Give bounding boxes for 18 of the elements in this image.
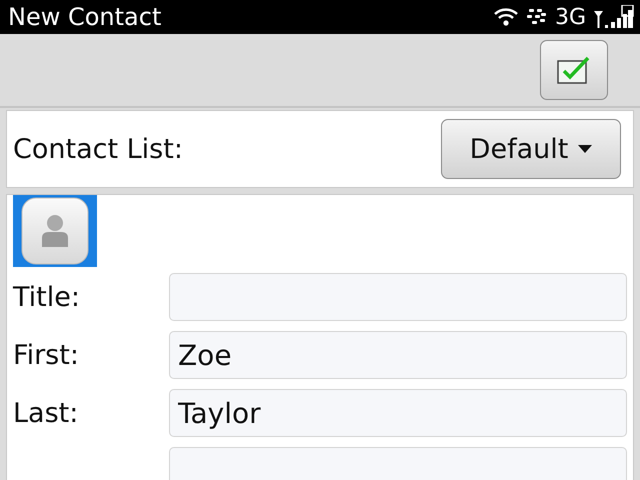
- contact-photo-button[interactable]: [13, 195, 97, 267]
- field-label: Title:: [13, 282, 81, 312]
- contact-list-dropdown[interactable]: Default: [441, 119, 621, 179]
- save-button[interactable]: [540, 40, 608, 100]
- wifi-icon: [492, 7, 519, 27]
- text-field[interactable]: [169, 273, 627, 321]
- signal-icon: [594, 5, 634, 29]
- contact-list-label: Contact List:: [13, 134, 183, 164]
- text-field[interactable]: Taylor: [169, 389, 627, 437]
- field-label: Last:: [13, 398, 80, 428]
- text-field[interactable]: Zoe: [169, 331, 627, 379]
- window-title: New Contact: [8, 3, 162, 31]
- checkmark-icon: [557, 56, 591, 84]
- field-label: First:: [13, 340, 80, 370]
- caret-icon: [578, 145, 592, 153]
- network-type: 3G: [554, 4, 586, 30]
- dots-logo-icon: [526, 8, 547, 26]
- person-icon: [20, 196, 90, 266]
